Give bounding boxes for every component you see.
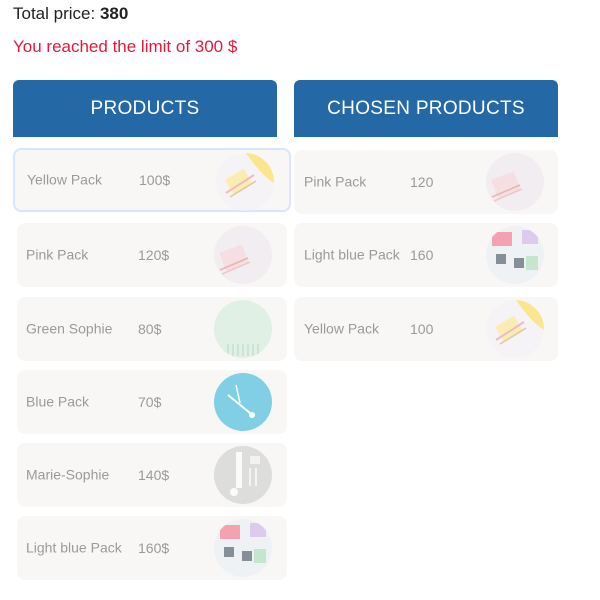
product-name: Green Sophie [26, 320, 113, 337]
product-card-blue-pack[interactable]: Blue Pack 70$ [17, 370, 287, 434]
product-price: 70$ [138, 394, 162, 410]
yellow-pack-image [216, 153, 274, 211]
product-card-pink-pack[interactable]: Pink Pack 120$ [17, 223, 287, 287]
limit-warning: You reached the limit of 300 $ [13, 37, 238, 56]
products-header: PRODUCTS [13, 80, 277, 137]
product-name: Blue Pack [26, 393, 90, 410]
product-card-light-blue-pack[interactable]: Light blue Pack 160$ [17, 516, 287, 580]
product-card-marie-sophie[interactable]: Marie-Sophie 140$ [17, 443, 287, 507]
product-name: Pink Pack [26, 246, 89, 263]
product-price: 80$ [138, 321, 162, 337]
total-price-value: 380 [99, 4, 129, 23]
chosen-name: Yellow Pack [304, 320, 379, 337]
light-blue-pack-image [486, 226, 544, 284]
light-blue-pack-image [214, 519, 272, 577]
chosen-name: Light blue Pack [304, 246, 400, 263]
chosen-price: 160 [410, 247, 434, 263]
chosen-column: CHOSEN PRODUCTS Pink Pack 120 Light blue… [294, 80, 558, 361]
total-price-label: Total price: [13, 4, 96, 23]
product-name: Light blue Pack [26, 539, 122, 556]
product-name: Yellow Pack [27, 171, 102, 188]
products-column: PRODUCTS Yellow Pack 100$ Pink Pack 120$… [13, 80, 291, 580]
pink-pack-image [486, 153, 544, 211]
chosen-card-pink-pack[interactable]: Pink Pack 120 [294, 150, 558, 214]
product-card-green-sophie[interactable]: Green Sophie 80$ [17, 297, 287, 361]
page: Total price: 380 You reached the limit o… [0, 0, 600, 600]
pink-pack-image [214, 226, 272, 284]
chosen-price: 100 [410, 321, 434, 337]
blue-pack-image [214, 373, 272, 431]
product-price: 140$ [138, 467, 170, 483]
product-price: 120$ [138, 247, 170, 263]
yellow-pack-image [486, 300, 544, 358]
chosen-price: 120 [410, 174, 434, 190]
chosen-card-yellow-pack[interactable]: Yellow Pack 100 [294, 297, 558, 361]
product-price: 100$ [139, 172, 171, 188]
product-price: 160$ [138, 540, 170, 556]
chosen-card-light-blue-pack[interactable]: Light blue Pack 160 [294, 223, 558, 287]
product-card-yellow-pack[interactable]: Yellow Pack 100$ [13, 148, 291, 212]
green-sophie-image [214, 300, 272, 358]
chosen-name: Pink Pack [304, 173, 367, 190]
chosen-header: CHOSEN PRODUCTS [294, 80, 558, 137]
marie-sophie-image [214, 446, 272, 504]
product-name: Marie-Sophie [26, 466, 110, 483]
total-price: Total price: 380 [13, 4, 128, 24]
